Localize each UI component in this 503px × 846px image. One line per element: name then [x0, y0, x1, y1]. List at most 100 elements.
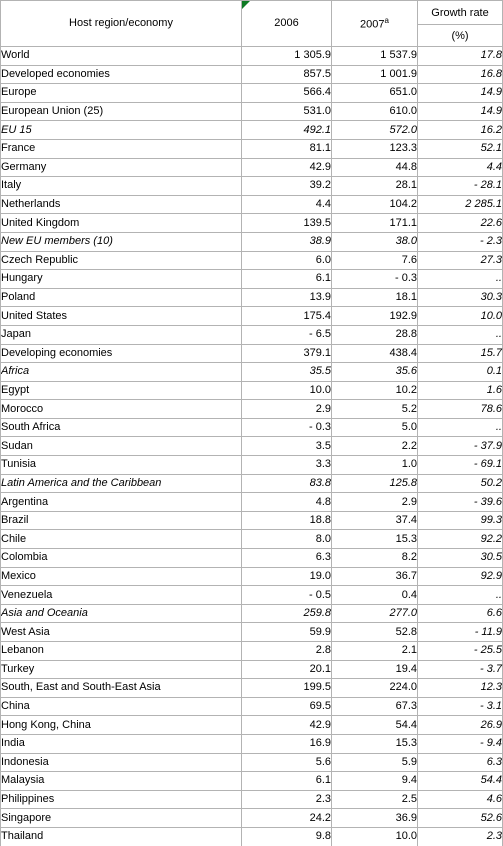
- table-row: Japan - 6.5 28.8..: [0, 324, 503, 345]
- table-row: Latin America and the Caribbean 83.8 125.8…: [0, 473, 503, 494]
- cell-region-name: EU 15: [0, 120, 242, 140]
- cell-value-2007: 2.2: [331, 436, 418, 457]
- cell-growth-rate: 2.3: [417, 826, 503, 846]
- cell-region-name: United States: [0, 306, 242, 326]
- cell-region-name: Hungary: [0, 269, 242, 289]
- cell-value-2007: 1.0: [331, 455, 418, 475]
- table-row: Germany 42.9 44.8 4.4: [0, 157, 503, 178]
- cell-growth-rate: 50.2: [417, 473, 503, 494]
- cell-value-2006: - 0.3: [241, 417, 332, 438]
- cell-value-2007: 125.8: [331, 473, 418, 494]
- table-row: Mexico 19.0 36.7 92.9: [0, 566, 503, 587]
- cell-region-name: Developed economies: [0, 64, 242, 85]
- table-row: Singapore 24.2 36.9 52.6: [0, 808, 503, 828]
- cell-region-name: New EU members (10): [0, 231, 242, 252]
- fdi-inflows-table: Host region/economy 2006 2007a Growth ra…: [0, 0, 503, 846]
- table-body: World 1 305.9 1 537.9 17.8 Developed economi…: [0, 46, 503, 846]
- cell-value-2006: 857.5: [241, 64, 332, 85]
- table-row: Czech Republic 6.0 7.6 27.3: [0, 250, 503, 271]
- cell-value-2006: 379.1: [241, 343, 332, 364]
- cell-growth-rate: 15.7: [417, 343, 503, 364]
- table-row: Malaysia 6.1 9.4 54.4: [0, 771, 503, 791]
- cell-value-2007: 224.0: [331, 678, 418, 698]
- cell-region-name: Europe: [0, 83, 242, 103]
- cell-value-2006: 9.8: [241, 826, 332, 846]
- cell-value-2007: 28.1: [331, 176, 418, 196]
- cell-region-name: European Union (25): [0, 101, 242, 122]
- cell-value-2006: 492.1: [241, 120, 332, 140]
- cell-value-2007: 44.8: [331, 157, 418, 178]
- cell-value-2006: 83.8: [241, 473, 332, 494]
- cell-value-2007: 1 001.9: [331, 64, 418, 85]
- cell-value-2007: 28.8: [331, 324, 418, 345]
- cell-region-name: United Kingdom: [0, 213, 242, 233]
- cell-value-2006: 19.0: [241, 566, 332, 587]
- cell-growth-rate: 0.1: [417, 362, 503, 382]
- cell-region-name: Morocco: [0, 399, 242, 419]
- table-row: Sudan 3.5 2.2- 37.9: [0, 436, 503, 457]
- cell-growth-rate: ..: [417, 417, 503, 438]
- cell-growth-rate: - 69.1: [417, 455, 503, 475]
- cell-region-name: Indonesia: [0, 752, 242, 773]
- cell-value-2007: 104.2: [331, 194, 418, 215]
- cell-growth-rate: ..: [417, 324, 503, 345]
- cell-value-2006: 39.2: [241, 176, 332, 196]
- table-row: Philippines 2.3 2.5 4.6: [0, 789, 503, 810]
- cell-value-2006: - 0.5: [241, 585, 332, 605]
- cell-value-2006: 59.9: [241, 622, 332, 642]
- cell-value-2007: 651.0: [331, 83, 418, 103]
- cell-region-name: Poland: [0, 287, 242, 308]
- header-row: Host region/economy 2006 2007a Growth ra…: [0, 0, 503, 47]
- cell-value-2007: 572.0: [331, 120, 418, 140]
- cell-value-2007: 15.3: [331, 529, 418, 550]
- table-row: Lebanon 2.8 2.1- 25.5: [0, 641, 503, 661]
- cell-growth-rate: 1.6: [417, 380, 503, 401]
- cell-region-name: Latin America and the Caribbean: [0, 473, 242, 494]
- cell-value-2007: 38.0: [331, 231, 418, 252]
- cell-region-name: Philippines: [0, 789, 242, 810]
- cell-value-2007: 52.8: [331, 622, 418, 642]
- cell-value-2006: 2.9: [241, 399, 332, 419]
- cell-value-2007: 37.4: [331, 510, 418, 531]
- cell-value-2006: 2.8: [241, 641, 332, 661]
- cell-growth-rate: ..: [417, 269, 503, 289]
- cell-growth-rate: - 11.9: [417, 622, 503, 642]
- cell-region-name: South Africa: [0, 417, 242, 438]
- cell-region-name: Malaysia: [0, 771, 242, 791]
- column-header-2007-label: 2007: [360, 18, 385, 31]
- column-header-2007: 2007a: [331, 0, 418, 47]
- table-row: Poland 13.9 18.1 30.3: [0, 287, 503, 308]
- cell-value-2006: 18.8: [241, 510, 332, 531]
- cell-value-2007: 192.9: [331, 306, 418, 326]
- cell-growth-rate: 6.6: [417, 603, 503, 624]
- cell-value-2007: 610.0: [331, 101, 418, 122]
- cell-value-2006: 2.3: [241, 789, 332, 810]
- table-row: United Kingdom 139.5 171.1 22.6: [0, 213, 503, 233]
- table-row: Argentina 4.8 2.9- 39.6: [0, 492, 503, 512]
- cell-value-2007: 5.2: [331, 399, 418, 419]
- comment-marker-icon: [242, 1, 250, 9]
- cell-value-2006: 4.8: [241, 492, 332, 512]
- table-row: Italy 39.2 28.1- 28.1: [0, 176, 503, 196]
- cell-growth-rate: - 3.1: [417, 696, 503, 717]
- cell-region-name: Germany: [0, 157, 242, 178]
- cell-growth-rate: 16.8: [417, 64, 503, 85]
- table-row: EU 15 492.1 572.0 16.2: [0, 120, 503, 140]
- cell-value-2006: 3.3: [241, 455, 332, 475]
- table-row: South, East and South-East Asia 199.5 224.…: [0, 678, 503, 698]
- cell-value-2006: 16.9: [241, 733, 332, 754]
- cell-region-name: Italy: [0, 176, 242, 196]
- cell-value-2006: 1 305.9: [241, 46, 332, 66]
- column-header-growth-rate: Growth rate (%): [417, 0, 503, 47]
- table-row: Brazil 18.8 37.4 99.3: [0, 510, 503, 531]
- cell-growth-rate: 4.4: [417, 157, 503, 178]
- cell-region-name: Thailand: [0, 826, 242, 846]
- cell-growth-rate: 17.8: [417, 46, 503, 66]
- table-row: New EU members (10) 38.9 38.0- 2.3: [0, 231, 503, 252]
- cell-region-name: Egypt: [0, 380, 242, 401]
- table-row: Europe 566.4 651.0 14.9: [0, 83, 503, 103]
- cell-value-2006: 69.5: [241, 696, 332, 717]
- cell-value-2007: 36.7: [331, 566, 418, 587]
- cell-value-2006: 6.0: [241, 250, 332, 271]
- table-row: Hungary 6.1- 0.3..: [0, 269, 503, 289]
